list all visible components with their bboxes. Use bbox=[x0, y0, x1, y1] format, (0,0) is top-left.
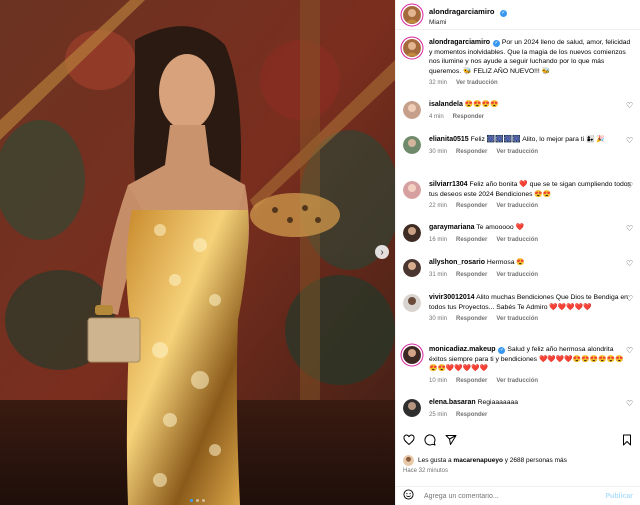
author-avatar[interactable] bbox=[403, 5, 421, 24]
photo-illustration bbox=[0, 0, 395, 505]
comment-username[interactable]: garaymariana bbox=[429, 224, 475, 231]
comment-username[interactable]: isalandela bbox=[429, 101, 463, 108]
comment-text: 😍😍😍😍 bbox=[464, 101, 499, 108]
comment-item: silviarr1304 Feliz año bonita ❤️ que se … bbox=[396, 180, 640, 212]
see-translation-link[interactable]: Ver traducción bbox=[496, 148, 538, 158]
comment-username[interactable]: elianita0515 bbox=[429, 136, 469, 143]
bookmark-icon[interactable] bbox=[621, 434, 633, 446]
reply-button[interactable]: Responder bbox=[456, 271, 487, 281]
add-comment-bar: Publicar bbox=[396, 486, 640, 505]
reply-button[interactable]: Responder bbox=[456, 411, 487, 421]
see-translation-link[interactable]: Ver traducción bbox=[496, 271, 538, 281]
likes-prefix: Les gusta a bbox=[418, 457, 452, 464]
carousel-dot bbox=[196, 499, 199, 502]
see-translation-link[interactable]: Ver traducción bbox=[496, 315, 538, 325]
comment-time: 30 min bbox=[429, 148, 448, 155]
verified-icon: ✓ bbox=[498, 347, 506, 354]
author-username[interactable]: alondragarciamiro bbox=[429, 7, 494, 16]
comment-username[interactable]: allyshon_rosario bbox=[429, 259, 485, 266]
heart-icon[interactable]: ♡ bbox=[626, 225, 634, 233]
reply-button[interactable]: Responder bbox=[456, 148, 487, 158]
comment-item: monicadiaz.makeup ✓ Salud y feliz año he… bbox=[396, 345, 640, 386]
liker-avatar[interactable] bbox=[403, 455, 414, 466]
see-translation-link[interactable]: Ver traducción bbox=[496, 377, 538, 387]
post-header: alondragarciamiro ✓ Miami bbox=[396, 0, 640, 30]
heart-icon[interactable] bbox=[403, 434, 415, 446]
carousel-dots bbox=[0, 499, 395, 502]
reply-button[interactable]: Responder bbox=[456, 202, 487, 212]
comment-item: garaymariana Te amooooo ❤️ 16 min Respon… bbox=[396, 223, 640, 245]
comment-time: 22 min bbox=[429, 203, 448, 209]
commenter-avatar[interactable] bbox=[403, 224, 421, 242]
verified-icon: ✓ bbox=[499, 10, 507, 18]
comment-text: Te amooooo ❤️ bbox=[476, 224, 525, 231]
post-actions bbox=[396, 432, 640, 448]
post-comment-button[interactable]: Publicar bbox=[605, 493, 633, 500]
carousel-dot bbox=[190, 499, 193, 502]
caption-time: 32 min bbox=[429, 80, 448, 86]
comment-time: 25 min bbox=[429, 411, 448, 418]
see-translation-link[interactable]: Ver traducción bbox=[496, 202, 538, 212]
comment-time: 16 min bbox=[429, 236, 448, 243]
see-translation-link[interactable]: Ver traducción bbox=[456, 79, 498, 89]
commenter-avatar[interactable] bbox=[403, 259, 421, 277]
carousel-dot bbox=[202, 499, 205, 502]
likes-summary: Les gusta a macarenapueyo y 2688 persona… bbox=[403, 455, 567, 466]
comment-time: 10 min bbox=[429, 377, 448, 384]
heart-icon[interactable]: ♡ bbox=[626, 102, 634, 110]
post-panel: alondragarciamiro ✓ Miami alondragarciam… bbox=[395, 0, 640, 505]
author-avatar[interactable] bbox=[403, 39, 421, 57]
comment-time: 4 min bbox=[429, 113, 444, 120]
comment-item: isalandela 😍😍😍😍 4 min Responder ♡ bbox=[396, 100, 640, 122]
heart-icon[interactable]: ♡ bbox=[626, 347, 634, 355]
post-time: Hace 32 minutos bbox=[403, 468, 449, 474]
next-photo-button[interactable]: › bbox=[375, 245, 389, 259]
reply-button[interactable]: Responder bbox=[456, 377, 487, 387]
comment-username[interactable]: elena.basaran bbox=[429, 399, 476, 406]
heart-icon[interactable]: ♡ bbox=[626, 295, 634, 303]
reply-button[interactable]: Responder bbox=[456, 236, 487, 246]
heart-icon[interactable]: ♡ bbox=[626, 400, 634, 408]
verified-icon: ✓ bbox=[492, 40, 500, 47]
emoji-icon[interactable] bbox=[403, 487, 414, 505]
likes-suffix[interactable]: y 2688 personas más bbox=[505, 457, 567, 464]
commenter-avatar[interactable] bbox=[403, 346, 421, 364]
commenter-avatar[interactable] bbox=[403, 181, 421, 199]
comment-item: elianita0515 Feliz 🎆🎆🎆🎆 Alito, lo mejor … bbox=[396, 135, 640, 157]
commenter-avatar[interactable] bbox=[403, 294, 421, 312]
heart-icon[interactable]: ♡ bbox=[626, 182, 634, 190]
heart-icon[interactable]: ♡ bbox=[626, 260, 634, 268]
comment-item: allyshon_rosario Hermosa 😍 31 min Respon… bbox=[396, 258, 640, 280]
comment-time: 30 min bbox=[429, 316, 448, 322]
heart-icon[interactable]: ♡ bbox=[626, 137, 634, 145]
commenter-avatar[interactable] bbox=[403, 101, 421, 119]
comment-time: 31 min bbox=[429, 271, 448, 278]
post-location[interactable]: Miami bbox=[429, 20, 507, 27]
comment-item: elena.basaran Regiaaaaaaa 25 min Respond… bbox=[396, 398, 640, 420]
share-icon[interactable] bbox=[445, 434, 457, 446]
caption-username[interactable]: alondragarciamiro bbox=[429, 39, 490, 46]
comment-icon[interactable] bbox=[424, 434, 436, 446]
commenter-avatar[interactable] bbox=[403, 399, 421, 417]
comment-text: Regiaaaaaaa bbox=[477, 399, 519, 406]
comment-text: Hermosa 😍 bbox=[486, 259, 525, 266]
commenter-avatar[interactable] bbox=[403, 136, 421, 154]
reply-button[interactable]: Responder bbox=[456, 315, 487, 325]
comment-username[interactable]: monicadiaz.makeup bbox=[429, 346, 496, 353]
post-photo[interactable]: › bbox=[0, 0, 395, 505]
comment-username[interactable]: vivir30012014 bbox=[429, 294, 475, 301]
comment-input[interactable] bbox=[424, 492, 606, 500]
comment-username[interactable]: silviarr1304 bbox=[429, 181, 468, 188]
caption: alondragarciamiro ✓ Por un 2024 lleno de… bbox=[396, 38, 640, 89]
reply-button[interactable]: Responder bbox=[453, 113, 484, 123]
chevron-right-icon: › bbox=[380, 246, 384, 258]
likes-user[interactable]: macarenapueyo bbox=[453, 457, 503, 464]
comment-text: Feliz 🎆🎆🎆🎆 Alito, lo mejor para ti 👩‍👧 🎉 bbox=[470, 136, 605, 143]
see-translation-link[interactable]: Ver traducción bbox=[496, 236, 538, 246]
comment-item: vivir30012014 Alito muchas Bendiciones Q… bbox=[396, 293, 640, 325]
